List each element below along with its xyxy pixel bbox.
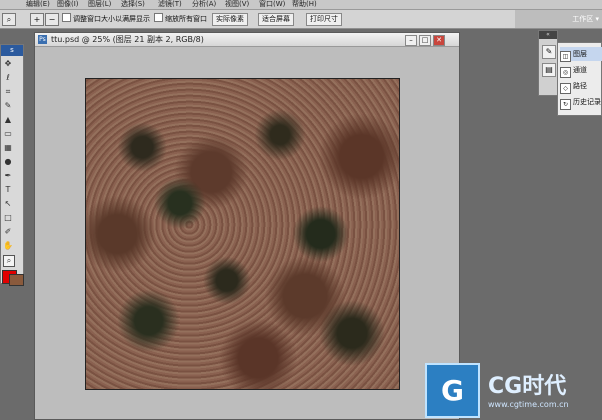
canvas-texture[interactable] [85,78,400,390]
panel-item-label: 图层 [573,50,587,58]
history-icon: ↻ [560,99,571,110]
panel-item-paths[interactable]: ◇ 路径 [560,79,602,94]
resize-window-checkbox[interactable]: 调整窗口大小以满屏显示 [62,13,150,25]
document-titlebar[interactable]: Ps ttu.psd @ 25% (图层 21 副本 2, RGB/8) – □… [35,33,459,47]
workspace-switcher[interactable]: 工作区 ▾ [515,10,602,28]
photoshop-document-icon: Ps [38,35,47,44]
shape-tool-icon[interactable]: □ [3,213,13,223]
watermark-name: CG时代 [488,374,567,399]
checkbox-box[interactable] [62,13,71,22]
layers-icon: ◫ [560,51,571,62]
actual-pixels-button[interactable]: 实际像素 [212,13,248,26]
panel-item-label: 历史记录 [573,98,601,106]
minimize-button[interactable]: – [405,35,417,46]
options-bar: ⌕ + − 调整窗口大小以满屏显示 缩放所有窗口 实际像素 适合屏幕 打印尺寸 [0,10,602,29]
lasso-tool-icon[interactable]: ℓ [3,73,13,83]
document-title: ttu.psd @ 25% (图层 21 副本 2, RGB/8) [51,35,204,44]
resize-window-label: 调整窗口大小以满屏显示 [73,15,150,23]
menu-help[interactable]: 帮助(H) [292,0,317,9]
stamp-tool-icon[interactable]: ▲ [3,115,13,125]
document-window: Ps ttu.psd @ 25% (图层 21 副本 2, RGB/8) – □… [34,32,460,420]
dodge-tool-icon[interactable]: ● [3,157,13,167]
tools-palette: s ✥ ℓ ⌗ ✎ ▲ ▭ ▦ ● ✒ T ↖ □ ✐ ✋ ⌕ [0,44,24,286]
pen-tool-icon[interactable]: ✒ [3,171,13,181]
menu-window[interactable]: 窗口(W) [259,0,285,9]
brush-panel-icon[interactable]: ✎ [542,45,556,59]
type-tool-icon[interactable]: T [3,185,13,195]
fit-screen-button[interactable]: 适合屏幕 [258,13,294,26]
zoom-out-icon[interactable]: − [45,13,59,26]
cgtime-watermark: G CG时代 www.cgtime.com.cn [425,360,602,420]
crop-tool-icon[interactable]: ⌗ [3,87,13,97]
menu-select[interactable]: 选择(S) [121,0,145,9]
panel-item-label: 路径 [573,82,587,90]
cgtime-logo-mark: G [425,363,480,418]
channels-icon: ◎ [560,67,571,78]
eyedropper-tool-icon[interactable]: ✐ [3,227,13,237]
panel-group-menu: ◫ 图层 ◎ 通道 ◇ 路径 ↻ 历史记录 [557,42,602,116]
menu-bar: 编辑(E) 图像(I) 图层(L) 选择(S) 滤镜(T) 分析(A) 视图(V… [0,0,602,10]
menu-image[interactable]: 图像(I) [57,0,79,9]
close-button[interactable]: ✕ [433,35,445,46]
zoom-in-icon[interactable]: + [30,13,44,26]
zoom-all-checkbox[interactable]: 缩放所有窗口 [154,13,207,25]
panel-item-history[interactable]: ↻ 历史记录 [560,95,602,110]
navigator-panel-icon[interactable]: ▤ [542,63,556,77]
checkbox-box[interactable] [154,13,163,22]
path-select-tool-icon[interactable]: ↖ [3,199,13,209]
menu-view[interactable]: 视图(V) [225,0,249,9]
panel-icon-strip: « ✎ ▤ [538,30,558,96]
zoom-all-label: 缩放所有窗口 [165,15,207,23]
gradient-tool-icon[interactable]: ▦ [3,143,13,153]
collapse-panels-icon[interactable]: « [539,31,557,39]
menu-analysis[interactable]: 分析(A) [192,0,216,9]
panel-item-layers[interactable]: ◫ 图层 [560,47,602,62]
hand-tool-icon[interactable]: ✋ [3,241,13,251]
panel-item-channels[interactable]: ◎ 通道 [560,63,602,78]
eraser-tool-icon[interactable]: ▭ [3,129,13,139]
menu-edit[interactable]: 编辑(E) [26,0,50,9]
print-size-button[interactable]: 打印尺寸 [306,13,342,26]
menu-filter[interactable]: 滤镜(T) [158,0,182,9]
zoom-tool-active-icon[interactable]: ⌕ [3,255,15,267]
brush-tool-icon[interactable]: ✎ [3,101,13,111]
move-tool-icon[interactable]: ✥ [3,59,13,69]
paths-icon: ◇ [560,83,571,94]
panel-item-label: 通道 [573,66,587,74]
tools-palette-header[interactable]: s [1,45,23,56]
maximize-button[interactable]: □ [419,35,431,46]
background-color-swatch[interactable] [9,274,24,286]
watermark-url: www.cgtime.com.cn [488,400,569,409]
menu-layer[interactable]: 图层(L) [88,0,111,9]
zoom-tool-icon[interactable]: ⌕ [2,13,16,26]
